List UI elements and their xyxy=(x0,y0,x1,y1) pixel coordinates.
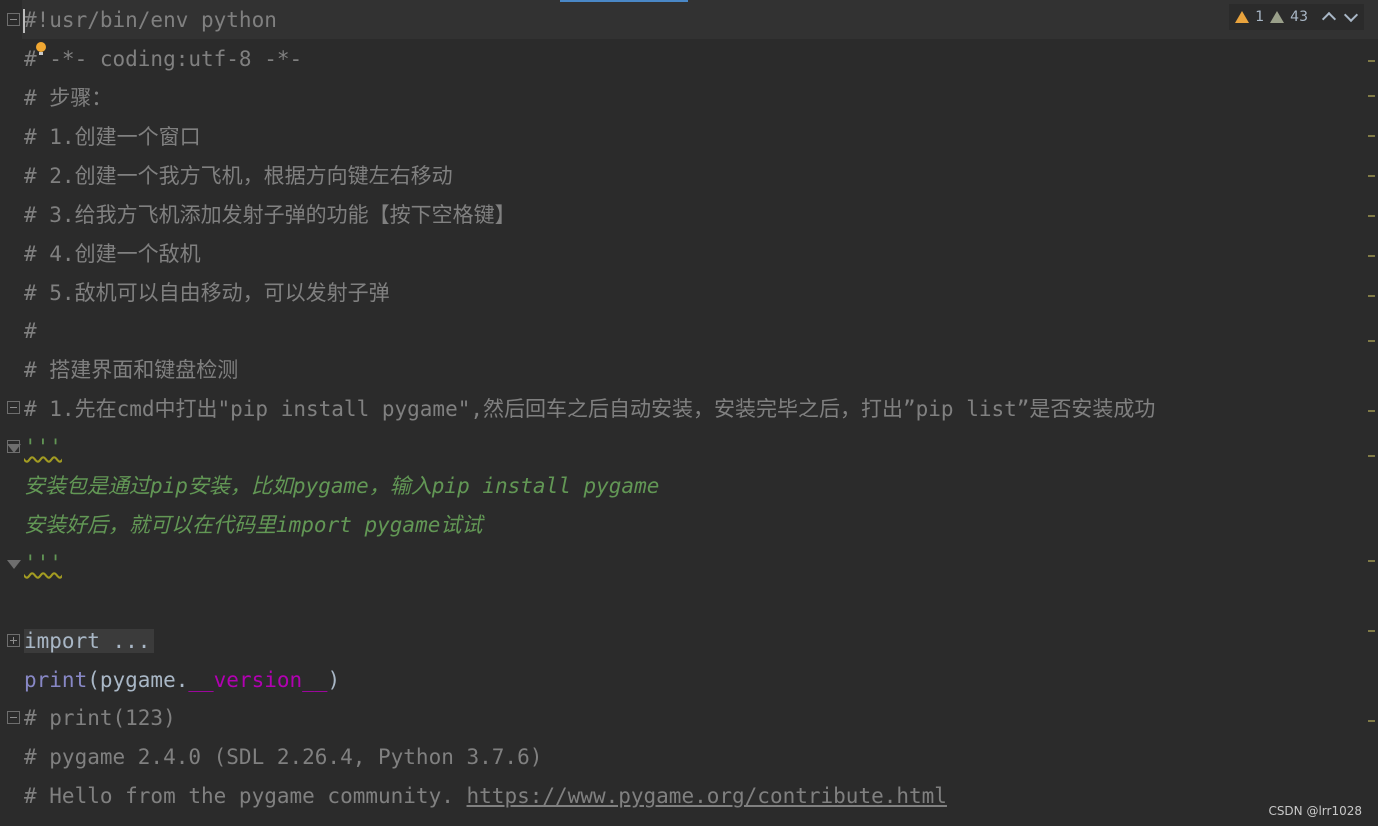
code-line-import-folded[interactable]: import ... xyxy=(24,622,155,661)
stripe-mark[interactable] xyxy=(1368,135,1375,137)
code-line-docstring[interactable]: 安装包是通过pip安装，比如pygame，输入pip install pygam… xyxy=(24,467,659,506)
code-line-comment[interactable]: # 1.先在cmd中打出"pip install pygame",然后回车之后自… xyxy=(24,390,1155,429)
fold-expand-icon[interactable] xyxy=(7,634,20,647)
fold-end-icon[interactable] xyxy=(7,560,21,569)
lightbulb-icon[interactable] xyxy=(36,42,46,55)
stripe-mark[interactable] xyxy=(1368,95,1375,97)
warning-icon xyxy=(1235,11,1250,23)
print-args-close: ) xyxy=(327,668,341,692)
error-stripe[interactable] xyxy=(1364,0,1378,826)
chevron-down-icon[interactable] xyxy=(1343,7,1359,23)
code-line-encoding[interactable]: # -*- coding:utf-8 -*- xyxy=(24,40,302,79)
stripe-mark[interactable] xyxy=(1368,410,1375,412)
stripe-mark[interactable] xyxy=(1368,560,1375,562)
stripe-mark[interactable] xyxy=(1368,720,1375,722)
version-attribute: __version__ xyxy=(188,668,328,692)
weak-warning-icon xyxy=(1270,11,1285,23)
code-line-comment[interactable]: # 2.创建一个我方飞机，根据方向键左右移动 xyxy=(24,157,453,196)
stripe-mark[interactable] xyxy=(1368,295,1375,297)
code-line-comment[interactable]: # 5.敌机可以自由移动，可以发射子弹 xyxy=(24,274,390,313)
fold-collapse-icon[interactable] xyxy=(7,401,20,414)
folded-imports[interactable]: import ... xyxy=(24,629,155,653)
contribute-link[interactable]: https://www.pygame.org/contribute.html xyxy=(467,784,947,808)
text-caret xyxy=(23,9,25,33)
code-line-print[interactable]: print(pygame.__version__) xyxy=(24,661,340,700)
code-line-comment[interactable]: # 3.给我方飞机添加发射子弹的功能【按下空格键】 xyxy=(24,196,516,235)
code-line-comment[interactable]: # xyxy=(24,312,37,351)
stripe-mark[interactable] xyxy=(1368,175,1375,177)
code-line-comment[interactable]: # 搭建界面和键盘检测 xyxy=(24,351,238,390)
code-line-comment[interactable]: # 4.创建一个敌机 xyxy=(24,235,201,274)
warning-count: 43 xyxy=(1290,9,1308,25)
code-line-comment[interactable]: # 步骤： xyxy=(24,79,112,118)
print-args-open: (pygame. xyxy=(87,668,189,692)
code-line-docstring[interactable]: 安装好后，就可以在代码里import pygame试试 xyxy=(24,506,482,545)
stripe-mark[interactable] xyxy=(1368,60,1375,62)
code-line-docstring-close[interactable]: ''' xyxy=(24,544,62,583)
fold-collapse-icon[interactable] xyxy=(7,13,20,26)
watermark: CSDN @lrr1028 xyxy=(1268,804,1362,818)
stripe-mark[interactable] xyxy=(1368,455,1375,457)
active-tab-indicator xyxy=(560,0,688,2)
code-line-comment[interactable]: # 1.创建一个窗口 xyxy=(24,118,201,157)
code-line-comment[interactable]: # Hello from the pygame community. https… xyxy=(24,777,947,816)
docstring-quotes: ''' xyxy=(24,551,62,575)
code-line-comment[interactable]: # print(123) xyxy=(24,699,176,738)
comment-text: # Hello from the pygame community. xyxy=(24,784,467,808)
stripe-mark[interactable] xyxy=(1368,340,1375,342)
code-editor[interactable]: #!usr/bin/env python # -*- coding:utf-8 … xyxy=(0,0,1378,826)
stripe-mark[interactable] xyxy=(1368,255,1375,257)
docstring-quotes: ''' xyxy=(24,435,62,459)
code-line-docstring-open[interactable]: ''' xyxy=(24,428,62,467)
code-line-comment[interactable]: # pygame 2.4.0 (SDL 2.26.4, Python 3.7.6… xyxy=(24,738,542,777)
stripe-mark[interactable] xyxy=(1368,215,1375,217)
stripe-mark[interactable] xyxy=(1368,630,1375,632)
error-count: 1 xyxy=(1255,9,1265,25)
print-builtin: print xyxy=(24,668,88,692)
fold-collapse-icon[interactable] xyxy=(7,711,20,724)
code-line-shebang[interactable]: #!usr/bin/env python xyxy=(24,1,277,40)
inspection-widget[interactable]: 1 43 xyxy=(1229,4,1364,30)
chevron-up-icon[interactable] xyxy=(1321,11,1337,27)
fold-end-icon[interactable] xyxy=(7,444,21,453)
